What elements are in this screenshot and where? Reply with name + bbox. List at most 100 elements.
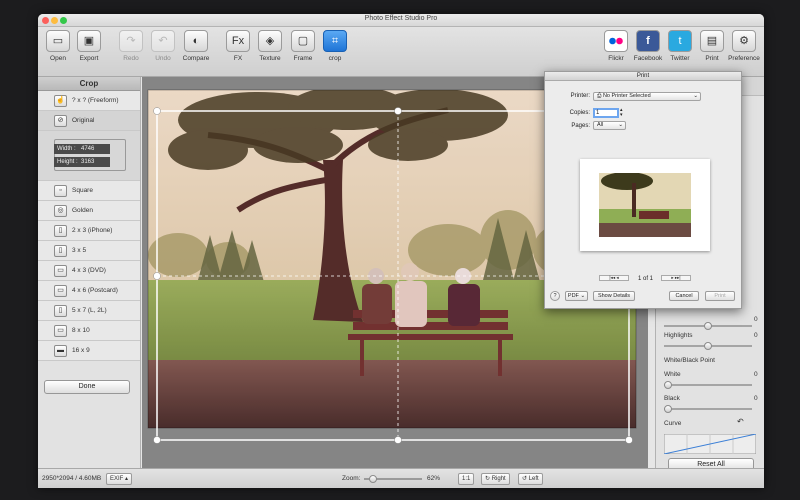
status-bar: 2950*2094 / 4.60MB EXIF ▴ Zoom: 62% 1:1 … [38, 468, 764, 488]
export-button[interactable]: ▣ Export [71, 30, 107, 62]
ratio-label: 3 x 5 [72, 247, 87, 254]
highlights-slider[interactable] [664, 342, 752, 350]
crop-option-16x9[interactable]: ▬ 16 x 9 [38, 341, 140, 361]
hand-icon: ☝ [54, 95, 67, 107]
fx-button[interactable]: Fx FX [220, 30, 256, 62]
sidebar-title: Crop [38, 77, 140, 91]
rotate-right-label: Right [491, 476, 506, 482]
chevron-down-icon: ⌄ [693, 93, 698, 99]
compare-button[interactable]: ◐ Compare [178, 30, 214, 62]
facebook-label: Facebook [633, 55, 663, 62]
height-value: 3163 [81, 159, 95, 165]
white-label: White [664, 371, 681, 378]
zoom-slider[interactable] [364, 475, 422, 483]
portrait-rect-icon: ▯ [54, 225, 67, 237]
crop-option-original[interactable]: ⊘ Original [38, 111, 140, 131]
slider-knob[interactable] [664, 381, 672, 389]
frame-icon: ▢ [291, 30, 315, 52]
copies-stepper[interactable]: ▴ ▾ [620, 108, 623, 118]
print-confirm-button[interactable]: Print [705, 291, 735, 301]
cancel-button[interactable]: Cancel [669, 291, 699, 301]
pages-label: Pages: [571, 123, 590, 129]
page-count: 1 of 1 [638, 276, 654, 282]
print-button[interactable]: ▤ Print [694, 30, 730, 62]
preview-next-buttons[interactable]: ▸ ▸▸| [661, 275, 691, 281]
undo-icon: ↶ [151, 30, 175, 52]
preference-button[interactable]: ⚙ Preference [726, 30, 762, 62]
crop-option-3x5[interactable]: ▯ 3 x 5 [38, 241, 140, 261]
image-info: 2950*2094 / 4.60MB [42, 475, 102, 482]
white-slider[interactable] [664, 381, 752, 389]
ratio-label: Golden [72, 207, 93, 214]
triangle-icon: ▴ [125, 476, 129, 482]
landscape-rect-icon: ▭ [54, 265, 67, 277]
crop-handle [153, 272, 161, 280]
crop-option-square[interactable]: ▫ Square [38, 181, 140, 201]
zoom-knob[interactable] [368, 475, 377, 483]
spiral-icon: ◎ [54, 205, 67, 217]
ratio-label: 8 x 10 [72, 327, 90, 334]
slider-knob[interactable] [704, 322, 712, 330]
slider-knob[interactable] [664, 405, 672, 413]
flickr-button[interactable]: Flickr [598, 30, 634, 62]
ratio-label: 16 x 9 [72, 347, 90, 354]
exif-button[interactable]: EXIF ▴ [106, 473, 133, 485]
redo-button[interactable]: ↷ Redo [113, 30, 149, 62]
crop-handle [153, 436, 161, 444]
crop-option-golden[interactable]: ◎ Golden [38, 201, 140, 221]
pdf-button[interactable]: PDF ⌄ [565, 291, 588, 301]
frame-button[interactable]: ▢ Frame [285, 30, 321, 62]
twitter-button[interactable]: t Twitter [662, 30, 698, 62]
texture-button[interactable]: ◈ Texture [252, 30, 288, 62]
undo-curve-icon[interactable]: ↶ [737, 417, 744, 426]
curve-graph[interactable] [664, 434, 756, 454]
print-label: Print [705, 55, 719, 62]
crop-option-8x10[interactable]: ▭ 8 x 10 [38, 321, 140, 341]
slider-knob[interactable] [704, 342, 712, 350]
folder-icon: ▭ [46, 30, 70, 52]
slider-track[interactable] [664, 322, 752, 330]
original-label: Original [72, 117, 95, 124]
help-button[interactable]: ? [550, 291, 560, 301]
crop-handle [153, 107, 161, 115]
twitter-label: Twitter [670, 55, 690, 62]
done-button[interactable]: Done [44, 380, 130, 394]
flickr-icon [604, 30, 628, 52]
texture-icon: ◈ [258, 30, 282, 52]
crop-option-5x7[interactable]: ▯ 5 x 7 (L, 2L) [38, 301, 140, 321]
export-label: Export [79, 55, 99, 62]
pages-select[interactable]: All ⌄ [593, 121, 626, 130]
crop-option-4x3[interactable]: ▭ 4 x 3 (DVD) [38, 261, 140, 281]
frame-label: Frame [293, 55, 313, 62]
printer-select[interactable]: ⎙ No Printer Selected ⌄ [593, 92, 701, 101]
undo-button[interactable]: ↶ Undo [145, 30, 181, 62]
save-icon: ▣ [77, 30, 101, 52]
show-details-button[interactable]: Show Details [593, 291, 635, 301]
redo-label: Redo [123, 55, 139, 62]
chevron-down-icon: ⌄ [618, 122, 623, 128]
crop-button[interactable]: ⌗ crop [317, 30, 353, 62]
white-black-heading: White/Black Point [664, 357, 715, 364]
ratio-label: 4 x 6 (Postcard) [72, 287, 118, 294]
crop-option-freeform[interactable]: ☝ ? x ? (Freeform) [38, 91, 140, 111]
crop-option-4x6[interactable]: ▭ 4 x 6 (Postcard) [38, 281, 140, 301]
crop-sidebar: Crop ☝ ? x ? (Freeform) ⊘ Original Width :… [38, 77, 141, 468]
freeform-label: ? x ? (Freeform) [72, 97, 119, 104]
height-field[interactable]: Height :3163 [54, 157, 110, 167]
preview-prev-buttons[interactable]: |◂◂ ◂ [599, 275, 629, 281]
crop-option-2x3[interactable]: ▯ 2 x 3 (iPhone) [38, 221, 140, 241]
rotate-right-button[interactable]: ↻ Right [481, 473, 510, 485]
fx-label: FX [233, 55, 243, 62]
copies-input[interactable]: 1 [593, 108, 619, 118]
actual-size-button[interactable]: 1:1 [458, 473, 475, 485]
rotate-left-button[interactable]: ↺ Left [518, 473, 543, 485]
curve-label: Curve [664, 420, 682, 427]
black-label: Black [664, 395, 680, 402]
width-field[interactable]: Width : 4746 [54, 144, 110, 154]
width-value: 4746 [81, 146, 95, 152]
printer-label: Printer: [570, 93, 590, 99]
facebook-button[interactable]: f Facebook [630, 30, 666, 62]
crop-handle [625, 436, 633, 444]
gear-icon: ⚙ [732, 30, 756, 52]
black-slider[interactable] [664, 405, 752, 413]
